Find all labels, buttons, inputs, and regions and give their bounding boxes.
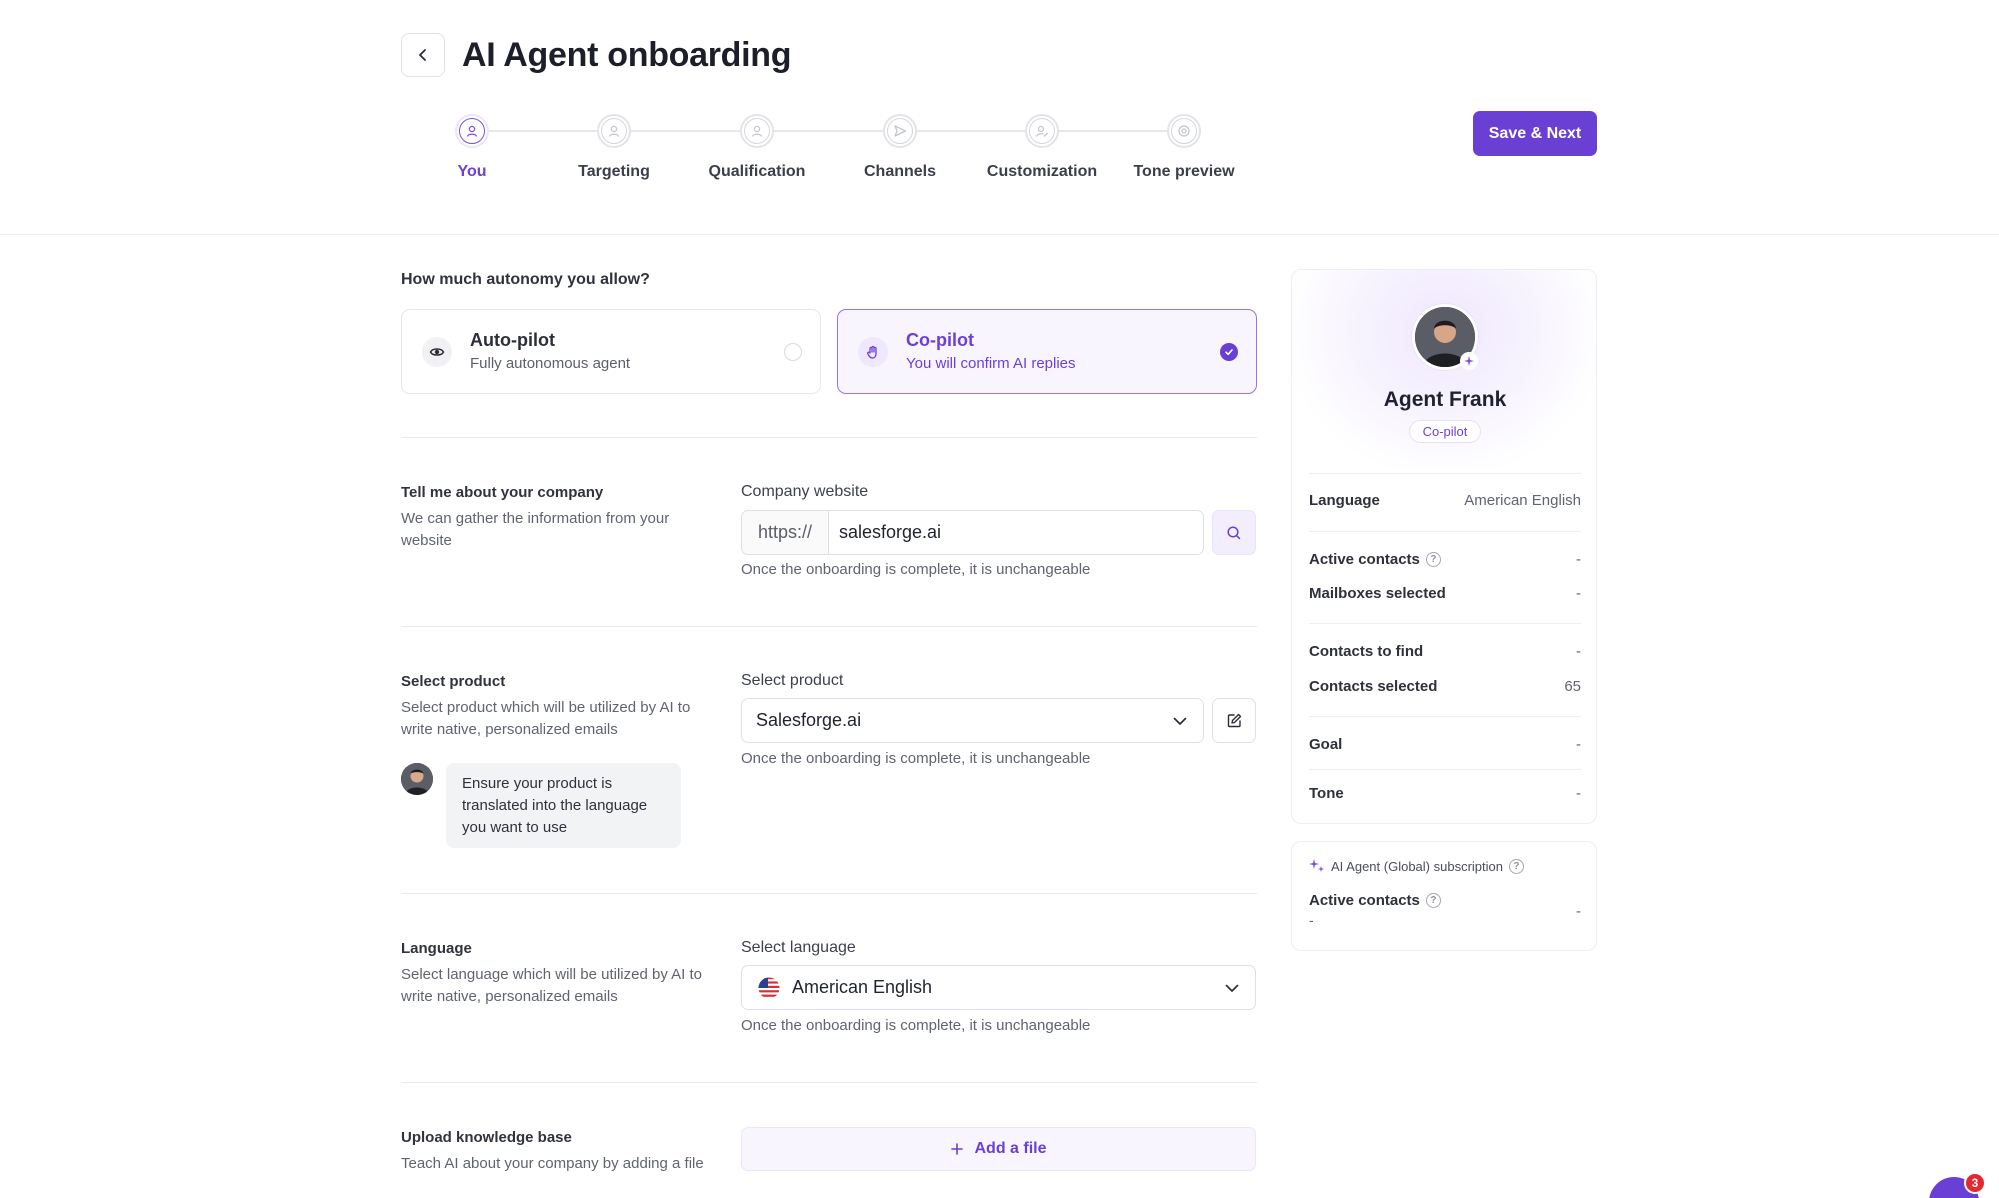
edit-icon	[1227, 713, 1241, 728]
company-website-hint: Once the onboarding is complete, it is u…	[741, 561, 1091, 578]
language-hint: Once the onboarding is complete, it is u…	[741, 1017, 1091, 1034]
card-divider	[1309, 623, 1581, 624]
back-button[interactable]	[401, 33, 445, 77]
agent-avatar-small	[401, 763, 433, 795]
card-divider	[1309, 531, 1581, 532]
autopilot-option[interactable]: Auto-pilot Fully autonomous agent	[401, 309, 821, 394]
help-icon[interactable]: ?	[1508, 858, 1524, 874]
knowledge-section-title: Upload knowledge base	[401, 1129, 572, 1146]
card-divider	[1309, 473, 1581, 474]
company-website-input[interactable]	[829, 511, 1203, 554]
product-tip-bubble: Ensure your product is translated into t…	[446, 763, 681, 848]
stat-active-contacts: Active contacts? -	[1309, 551, 1581, 568]
language-section-title: Language	[401, 940, 472, 957]
copilot-radio[interactable]	[1220, 343, 1238, 361]
help-icon: ?	[1425, 552, 1441, 567]
subscription-card: AI Agent (Global) subscription ? Active …	[1291, 841, 1597, 951]
autonomy-question: How much autonomy you allow?	[401, 271, 650, 288]
step-label: Targeting	[578, 163, 650, 180]
agent-name: Agent Frank	[1383, 388, 1507, 411]
hand-icon	[867, 345, 877, 359]
eye-icon	[429, 348, 445, 356]
card-divider	[1309, 769, 1581, 770]
chevron-left-icon	[419, 49, 426, 61]
chat-notification-badge: 3	[1964, 1172, 1986, 1194]
language-select-label: Select language	[741, 939, 856, 956]
us-flag-icon	[758, 977, 780, 998]
company-section-title: Tell me about your company	[401, 484, 604, 501]
step-label: Qualification	[708, 163, 806, 180]
card-divider	[1309, 716, 1581, 717]
target-icon	[1178, 125, 1190, 137]
stat-tone: Tone -	[1309, 785, 1581, 802]
step-label: You	[457, 163, 487, 180]
product-section-description: Select product which will be utilized by…	[401, 699, 691, 738]
knowledge-section-description: Teach AI about your company by adding a …	[401, 1155, 704, 1172]
send-icon	[894, 125, 907, 137]
stat-contacts-to-find: Contacts to find -	[1309, 643, 1581, 660]
autopilot-title: Auto-pilot	[470, 330, 555, 350]
stat-goal: Goal -	[1309, 736, 1581, 753]
help-icon: ?	[1425, 893, 1441, 908]
subscription-active-contacts: Active contacts? -	[1309, 892, 1581, 920]
page-title: AI Agent onboarding	[462, 36, 792, 74]
url-prefix: https://	[742, 511, 829, 554]
subscription-title: AI Agent (Global) subscription	[1331, 858, 1503, 874]
add-file-label: Add a file	[974, 1140, 1047, 1157]
language-select[interactable]: American English	[741, 965, 1256, 1010]
subscription-header: AI Agent (Global) subscription ?	[1309, 858, 1524, 874]
copilot-title: Co-pilot	[906, 330, 974, 350]
user-icon	[466, 125, 478, 137]
language-select-value: American English	[792, 977, 933, 997]
sparkle-badge-icon	[1460, 352, 1478, 370]
save-next-button[interactable]: Save & Next	[1473, 111, 1597, 156]
user-icon	[751, 125, 763, 137]
copilot-option[interactable]: Co-pilot You will confirm AI replies	[837, 309, 1257, 394]
product-select-value: Salesforge.ai	[756, 710, 862, 730]
step-targeting[interactable]: Targeting	[544, 114, 684, 181]
chevron-down-icon	[1225, 984, 1239, 992]
product-hint: Once the onboarding is complete, it is u…	[741, 750, 1091, 767]
step-customization[interactable]: Customization	[972, 114, 1112, 181]
stat-language: Language American English	[1309, 492, 1581, 509]
stat-mailboxes-selected: Mailboxes selected -	[1309, 585, 1581, 602]
product-select-label: Select product	[741, 672, 844, 689]
company-website-label: Company website	[741, 483, 869, 500]
user-icon	[608, 125, 620, 137]
agent-summary-card: Agent Frank Co-pilot Language American E…	[1291, 269, 1597, 824]
section-divider	[401, 893, 1257, 894]
add-file-button[interactable]: Add a file	[741, 1127, 1256, 1171]
copilot-subtitle: You will confirm AI replies	[906, 355, 1076, 372]
step-label: Customization	[986, 163, 1098, 180]
subscription-active-sub: -	[1309, 912, 1314, 928]
product-select[interactable]: Salesforge.ai	[741, 698, 1204, 743]
step-label: Channels	[863, 163, 936, 180]
search-website-button[interactable]	[1212, 510, 1256, 555]
autopilot-radio[interactable]	[784, 343, 802, 361]
page-header: AI Agent onboarding You Targeting Qualif…	[0, 0, 1999, 235]
edit-product-button[interactable]	[1212, 698, 1256, 743]
language-section-description: Select language which will be utilized b…	[401, 966, 703, 1005]
step-channels[interactable]: Channels	[830, 114, 970, 181]
step-label: Tone preview	[1133, 163, 1235, 180]
agent-mode-badge: Co-pilot	[1409, 420, 1481, 443]
check-icon	[1225, 349, 1233, 356]
section-divider	[401, 437, 1257, 438]
company-website-field: https://	[741, 510, 1204, 555]
step-you[interactable]: You	[402, 114, 542, 181]
section-divider	[401, 626, 1257, 627]
sparkles-icon	[1309, 859, 1324, 872]
user-edit-icon	[1035, 125, 1048, 137]
step-qualification[interactable]: Qualification	[687, 114, 827, 181]
autopilot-subtitle: Fully autonomous agent	[470, 355, 631, 372]
step-tone-preview[interactable]: Tone preview	[1114, 114, 1254, 181]
stat-contacts-selected: Contacts selected 65	[1309, 678, 1581, 695]
plus-icon	[951, 1143, 964, 1155]
section-divider	[401, 1082, 1257, 1083]
chevron-down-icon	[1173, 717, 1187, 725]
product-section-title: Select product	[401, 673, 506, 690]
search-icon	[1227, 525, 1241, 539]
person-avatar-icon	[401, 763, 433, 795]
company-section-description: We can gather the information from your …	[401, 510, 670, 549]
